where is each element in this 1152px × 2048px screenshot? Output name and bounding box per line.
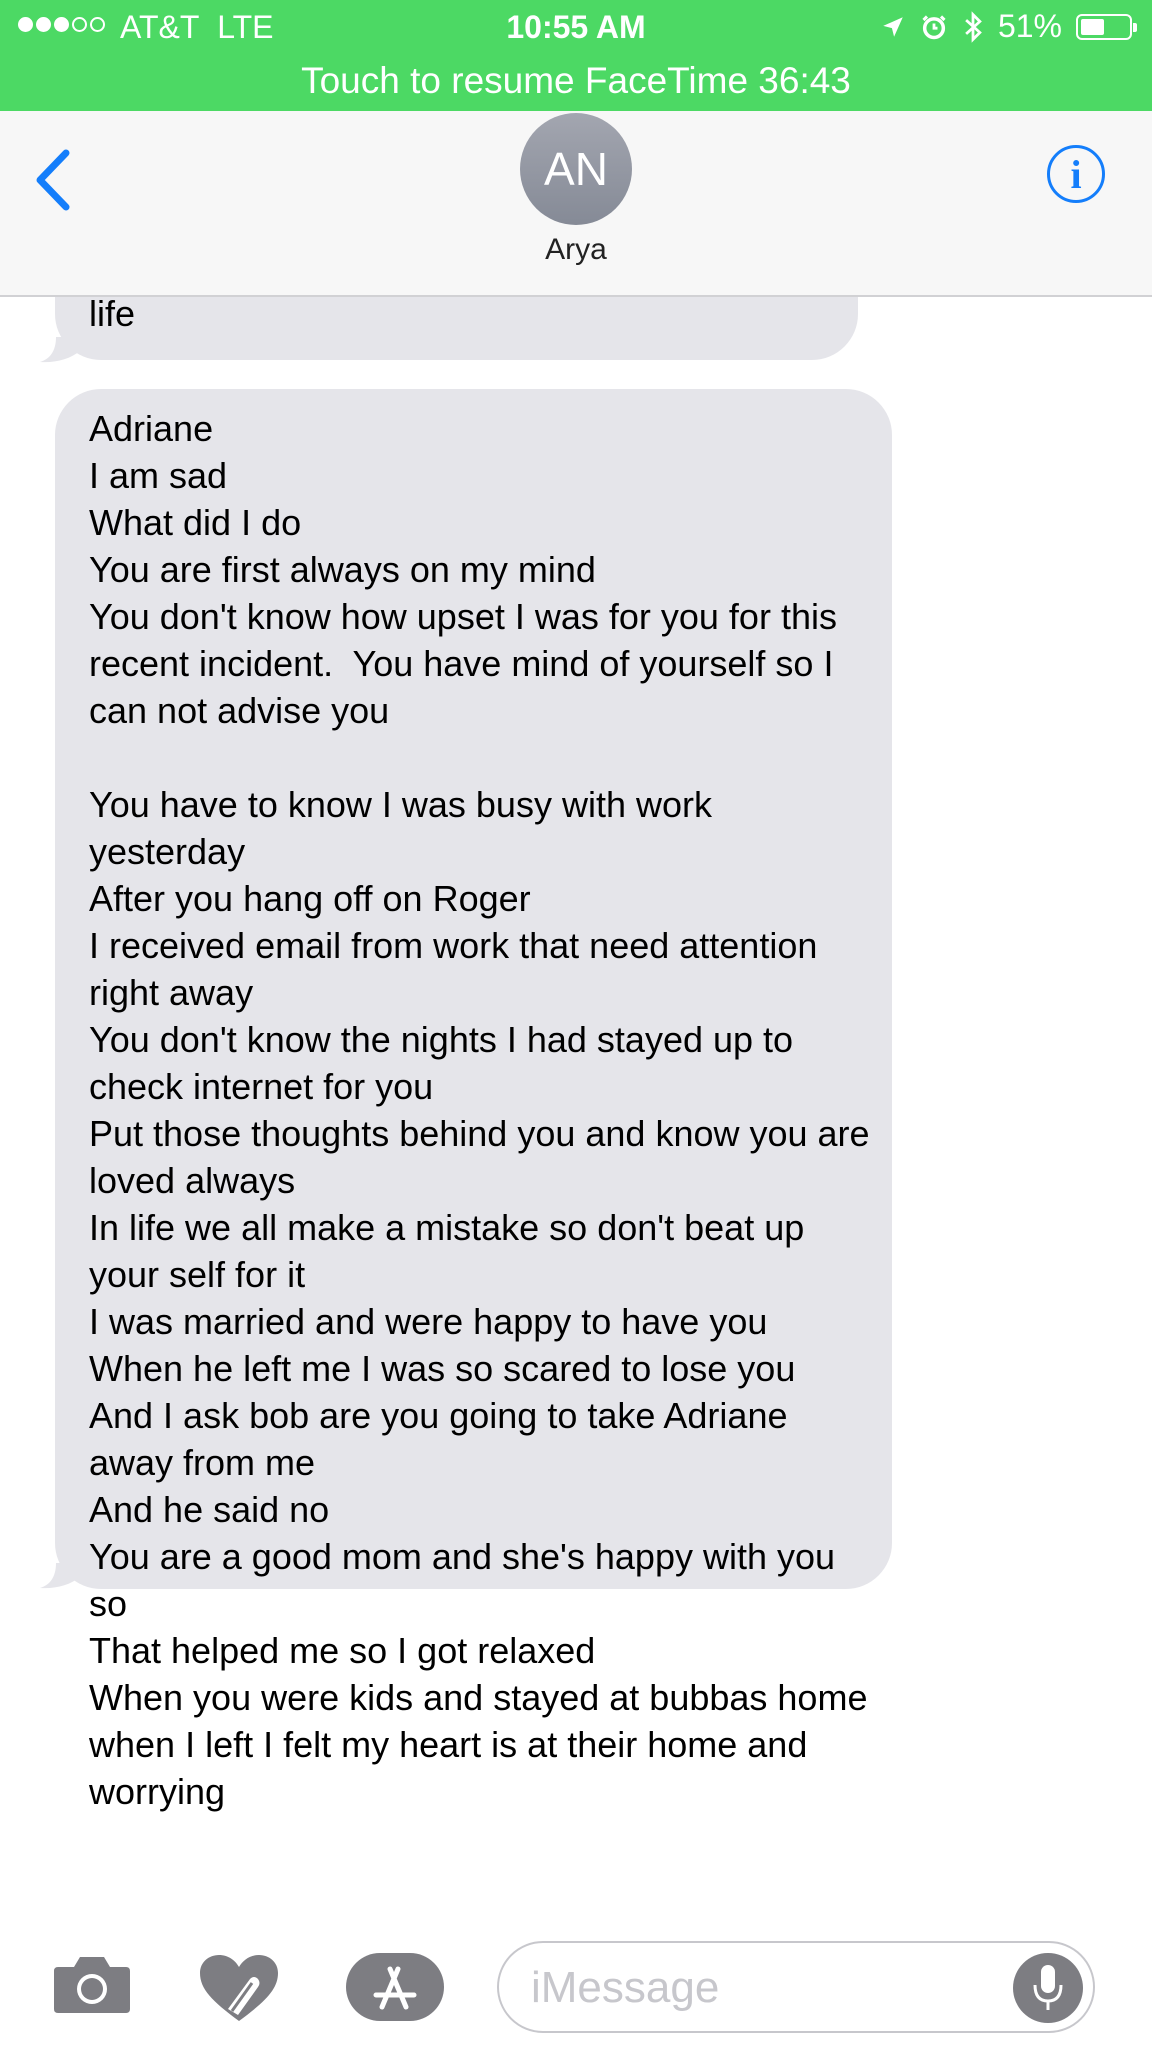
- info-icon: i: [1070, 151, 1082, 197]
- bubble-tail: [40, 337, 80, 363]
- bubble-tail: [40, 1563, 80, 1589]
- message-bubble[interactable]: Adriane I am sad What did I do You are f…: [55, 389, 892, 1812]
- battery-percentage: 51%: [997, 8, 1062, 44]
- dictation-button[interactable]: [1013, 1953, 1083, 2023]
- facetime-banner[interactable]: AT&T LTE 10:55 AM 51% Touch to resume Fa…: [0, 0, 1152, 111]
- imessage-input[interactable]: [529, 1957, 983, 2019]
- app-store-icon: [346, 1953, 444, 2021]
- conversation-header: AN Arya i: [0, 111, 1152, 297]
- chevron-left-icon: [36, 149, 70, 211]
- message-thread[interactable]: life Adriane I am sad What did I do You …: [0, 297, 1152, 1917]
- camera-icon: [54, 1957, 130, 2013]
- contact-name[interactable]: Arya: [0, 233, 1152, 267]
- battery-level-fill: [1081, 18, 1104, 35]
- contact-avatar[interactable]: AN: [520, 113, 632, 225]
- message-bubble[interactable]: life: [55, 297, 858, 360]
- microphone-icon: [1033, 1965, 1063, 2010]
- heart-hand-icon: [200, 1955, 278, 2021]
- digital-touch-button[interactable]: [198, 1953, 280, 2028]
- bluetooth-icon: [965, 10, 982, 43]
- status-bar: AT&T LTE 10:55 AM 51%: [0, 0, 1152, 56]
- status-icons: 51%: [880, 8, 1137, 45]
- camera-button[interactable]: [52, 1953, 132, 2020]
- facetime-resume-text[interactable]: Touch to resume FaceTime 36:43: [0, 60, 1152, 102]
- message-input-field[interactable]: [497, 1941, 1095, 2033]
- alarm-clock-icon: [922, 14, 946, 39]
- location-arrow-icon: [883, 16, 903, 37]
- battery-icon: [1076, 13, 1137, 40]
- back-button[interactable]: [28, 145, 78, 215]
- compose-bar: [0, 1917, 1152, 2048]
- info-button[interactable]: i: [1047, 145, 1105, 203]
- app-store-button[interactable]: [346, 1953, 444, 2026]
- avatar-initials: AN: [544, 143, 608, 195]
